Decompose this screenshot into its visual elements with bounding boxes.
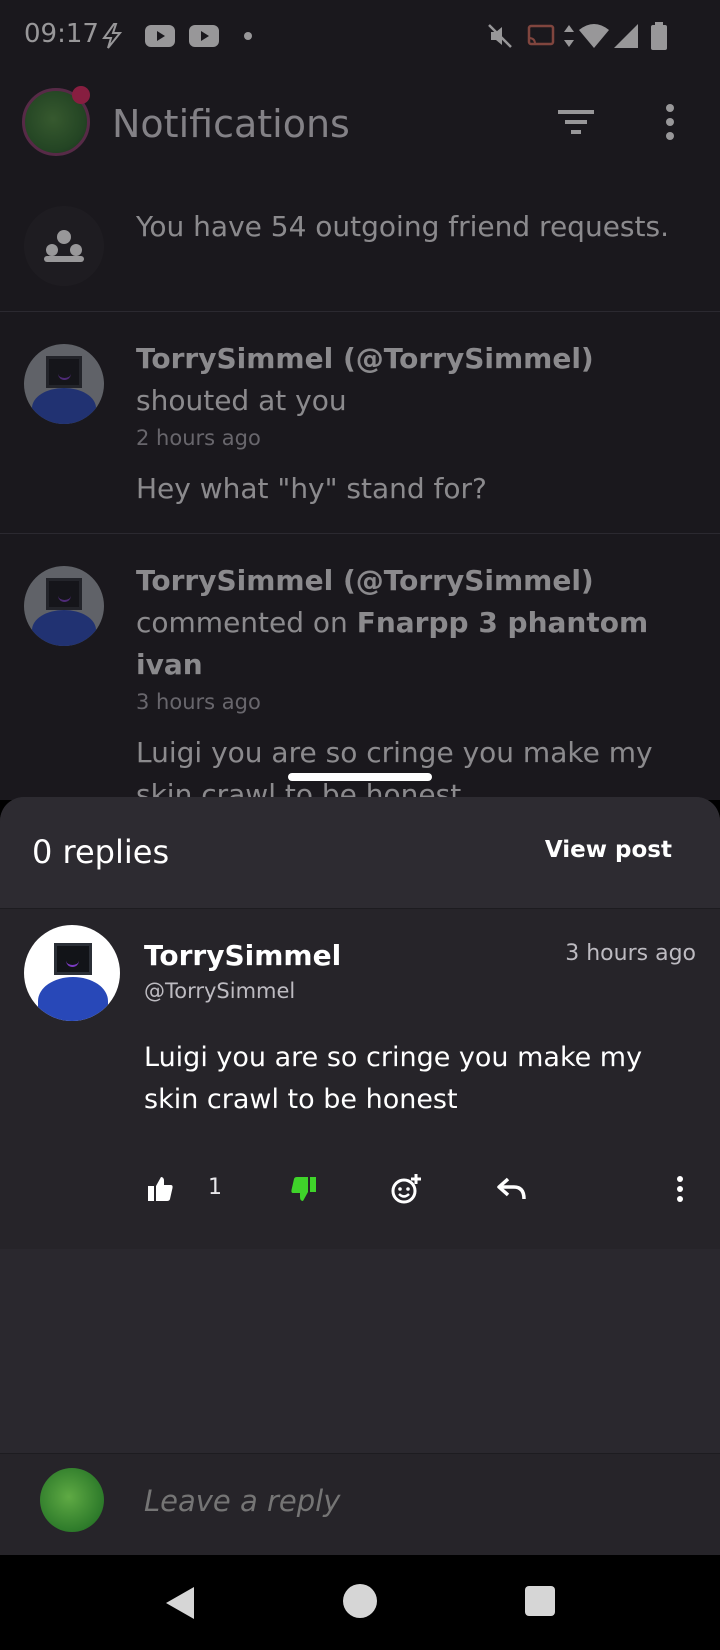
comment-time: 3 hours ago	[565, 941, 696, 966]
youtube-icon	[189, 25, 219, 47]
dislike-button[interactable]	[284, 1169, 324, 1209]
replies-count: 0 replies	[32, 833, 170, 871]
notifications-screen: 09:17 Notifications You have 54 outgoing…	[0, 0, 720, 800]
app-bar: Notifications	[0, 78, 720, 170]
friends-avatar	[24, 206, 104, 286]
notification-comment[interactable]: TorrySimmel (@TorrySimmel) commented on …	[0, 534, 720, 800]
view-post-button[interactable]: View post	[545, 837, 672, 863]
comment-sheet: 0 replies View post TorrySimmel @TorrySi…	[0, 797, 720, 1555]
comment-author[interactable]: TorrySimmel	[144, 939, 341, 972]
notification-dot	[72, 86, 90, 104]
monitor-head	[46, 356, 82, 388]
notification-body: Luigi you are so cringe you make my skin…	[136, 736, 653, 800]
add-reaction-button[interactable]	[386, 1169, 426, 1209]
home-icon[interactable]	[342, 1583, 378, 1619]
comment-more-button[interactable]	[660, 1169, 700, 1209]
sheet-drag-handle[interactable]	[288, 773, 432, 781]
dot-icon	[244, 32, 252, 40]
notification-time: 2 hours ago	[136, 426, 261, 450]
back-icon[interactable]	[162, 1583, 198, 1623]
thumbs-up-icon	[148, 1177, 173, 1201]
signal-icon	[614, 24, 638, 48]
sheet-header: 0 replies View post	[0, 797, 720, 909]
comment-body: Luigi you are so cringe you make my skin…	[144, 1042, 643, 1115]
comment-actions: 1	[0, 1161, 720, 1217]
monitor-head	[46, 578, 82, 610]
like-button[interactable]	[140, 1169, 180, 1209]
cast-icon	[527, 24, 555, 46]
wifi-icon	[579, 24, 609, 48]
notification-user: TorrySimmel (@TorrySimmel)	[136, 342, 594, 375]
bolt-icon	[102, 23, 123, 49]
comment-card: TorrySimmel @TorrySimmel 3 hours ago Lui…	[0, 909, 720, 1249]
reply-icon	[497, 1177, 526, 1200]
filter-icon[interactable]	[556, 106, 596, 138]
avatar	[24, 566, 104, 646]
battery-icon	[651, 22, 667, 50]
youtube-icon	[145, 25, 175, 47]
monitor-head	[54, 943, 92, 975]
notification-time: 3 hours ago	[136, 690, 261, 714]
friends-icon	[44, 230, 84, 262]
notification-action: shouted at you	[136, 384, 347, 417]
reply-input[interactable]	[144, 1484, 507, 1518]
notification-action: commented on	[136, 606, 348, 639]
mute-icon	[488, 24, 512, 48]
notification-user: TorrySimmel (@TorrySimmel)	[136, 564, 594, 597]
my-avatar	[40, 1468, 104, 1532]
notification-text: You have 54 outgoing friend requests.	[136, 210, 669, 243]
status-bar: 09:17	[0, 0, 720, 72]
recents-icon[interactable]	[524, 1585, 556, 1617]
hoodie	[32, 610, 96, 646]
like-count: 1	[208, 1175, 222, 1200]
data-arrows-icon	[564, 25, 574, 47]
avatar	[24, 344, 104, 424]
notification-body: Hey what "hy" stand for?	[136, 472, 487, 505]
more-vertical-icon	[677, 1176, 683, 1202]
notification-shout[interactable]: TorrySimmel (@TorrySimmel) shouted at yo…	[0, 312, 720, 534]
status-time: 09:17	[24, 19, 99, 49]
navigation-bar	[0, 1555, 720, 1650]
avatar[interactable]	[24, 925, 120, 1021]
thumbs-down-icon	[291, 1177, 316, 1201]
page-title: Notifications	[112, 102, 350, 146]
notification-friend-requests[interactable]: You have 54 outgoing friend requests.	[0, 190, 720, 312]
reply-button[interactable]	[492, 1169, 532, 1209]
add-emoji-icon	[391, 1174, 421, 1204]
reply-bar	[0, 1453, 720, 1555]
hoodie	[32, 388, 96, 424]
comment-handle: @TorrySimmel	[144, 979, 296, 1003]
hoodie	[38, 977, 108, 1021]
more-vertical-icon[interactable]	[660, 102, 680, 142]
